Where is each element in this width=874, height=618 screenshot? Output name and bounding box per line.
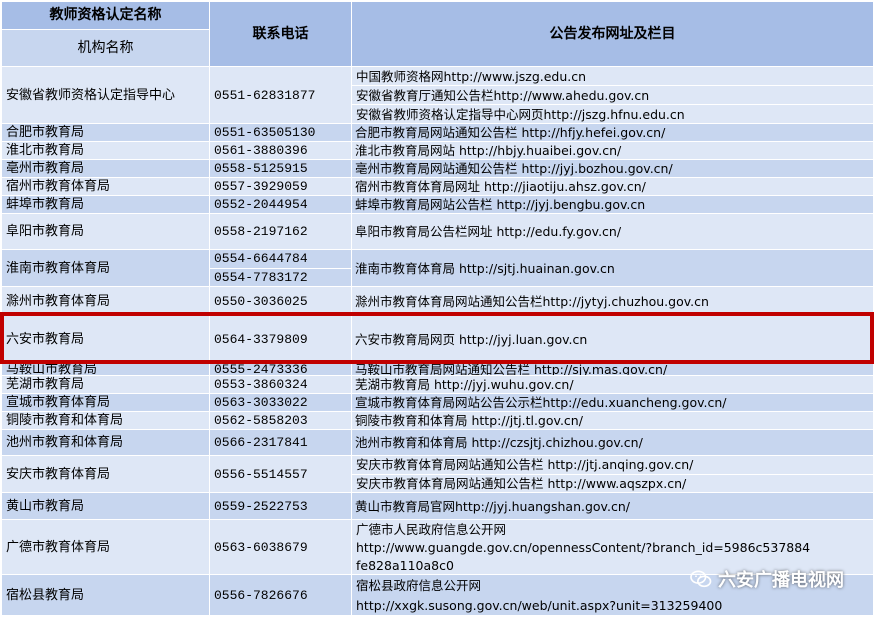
- org-name: 芜湖市教育局: [1, 375, 210, 394]
- table-row: 淮北市教育局 0561-3880396 淮北市教育局网站 http://hbjy…: [1, 141, 874, 160]
- website-link[interactable]: 合肥市教育局网站通知公告栏 http://hfjy.hefei.gov.cn/: [351, 123, 874, 142]
- website-link[interactable]: 池州市教育和体育局 http://czsjtj.chizhou.gov.cn/: [351, 429, 874, 456]
- table-row: 马鞍山市教育局 0555-2473336 马鞍山市教育局网站通知公告栏 http…: [1, 363, 874, 376]
- website-link[interactable]: http://www.guangde.gov.cn/opennessConten…: [353, 538, 873, 556]
- website-cell: 中国教师资格网http://www.jszg.edu.cn 安徽省教育厅通知公告…: [351, 66, 874, 124]
- header-website: 公告发布网址及栏目: [351, 1, 874, 67]
- phone: 0554-6644784: [214, 251, 308, 267]
- website-link[interactable]: 淮南市教育体育局 http://sjtj.huainan.gov.cn: [351, 249, 874, 287]
- org-name: 蚌埠市教育局: [1, 195, 210, 214]
- table-row: 宿州市教育体育局 0557-3929059 宿州市教育体育局网址 http://…: [1, 177, 874, 196]
- phone: 0552-2044954: [209, 195, 352, 214]
- phone: 0556-7826676: [209, 574, 352, 616]
- website-link[interactable]: 阜阳市教育局公告栏网址 http://edu.fy.gov.cn/: [351, 213, 874, 250]
- website-link[interactable]: 安庆市教育体育局网站通知公告栏 http://jtj.anqing.gov.cn…: [353, 457, 873, 474]
- website-link[interactable]: 宣城市教育体育局网站公告公示栏http://edu.xuancheng.gov.…: [351, 393, 874, 412]
- website-link[interactable]: 马鞍山市教育局网站通知公告栏 http://sjy.mas.gov.cn/: [351, 363, 874, 376]
- header-org-name: 机构名称: [1, 29, 210, 67]
- table-row: 宣城市教育体育局 0563-3033022 宣城市教育体育局网站公告公示栏htt…: [1, 393, 874, 412]
- website-link[interactable]: 安庆市教育体育局网站通知公告栏 http://www.aqszpx.cn/: [352, 473, 873, 492]
- org-name: 淮南市教育体育局: [1, 249, 210, 287]
- phone: 0554-7783172: [210, 267, 351, 286]
- table-row: 池州市教育和体育局 0566-2317841 池州市教育和体育局 http://…: [1, 429, 874, 456]
- page: 教师资格认定名称 联系电话 公告发布网址及栏目 机构名称 安徽省教师资格认定指导…: [0, 0, 874, 618]
- header-phone: 联系电话: [209, 1, 352, 67]
- table-row: 安徽省教师资格认定指导中心 0551-62831877 中国教师资格网http:…: [1, 66, 874, 124]
- phone-cell: 0554-6644784 0554-7783172: [209, 249, 352, 287]
- phone: 0551-63505130: [209, 123, 352, 142]
- org-name: 六安市教育局: [1, 315, 210, 364]
- table-row: 亳州市教育局 0558-5125915 亳州市教育局网站通知公告栏 http:/…: [1, 159, 874, 178]
- table-row: 黄山市教育局 0559-2522753 黄山市教育局官网http://jyj.h…: [1, 492, 874, 520]
- phone: 0556-5514557: [209, 455, 352, 493]
- org-name: 宿松县教育局: [1, 574, 210, 616]
- phone: 0550-3036025: [209, 286, 352, 316]
- header-cert-name: 教师资格认定名称: [1, 1, 210, 30]
- phone: 0555-2473336: [209, 363, 352, 376]
- table-row: 滁州市教育体育局 0550-3036025 滁州市教育体育局网站通知公告栏htt…: [1, 286, 874, 316]
- phone: 0557-3929059: [209, 177, 352, 196]
- org-name: 黄山市教育局: [1, 492, 210, 520]
- org-name: 亳州市教育局: [1, 159, 210, 178]
- org-name: 马鞍山市教育局: [1, 363, 210, 376]
- org-name: 滁州市教育体育局: [1, 286, 210, 316]
- table-row: 阜阳市教育局 0558-2197162 阜阳市教育局公告栏网址 http://e…: [1, 213, 874, 250]
- phone: 0561-3880396: [209, 141, 352, 160]
- website-link[interactable]: 六安市教育局网页 http://jyj.luan.gov.cn: [351, 315, 874, 364]
- org-name: 广德市教育体育局: [1, 519, 210, 575]
- org-name: 阜阳市教育局: [1, 213, 210, 250]
- website-link[interactable]: 中国教师资格网http://www.jszg.edu.cn: [353, 68, 873, 86]
- phone: 0563-6038679: [209, 519, 352, 575]
- wechat-icon: [690, 570, 712, 588]
- table-row: 蚌埠市教育局 0552-2044954 蚌埠市教育局网站公告栏 http://j…: [1, 195, 874, 214]
- table-row: 芜湖市教育局 0553-3860324 芜湖市教育局 http://jyj.wu…: [1, 375, 874, 394]
- org-name: 铜陵市教育和体育局: [1, 411, 210, 430]
- website-link[interactable]: 蚌埠市教育局网站公告栏 http://jyj.bengbu.gov.cn: [351, 195, 874, 214]
- website-link[interactable]: 淮北市教育局网站 http://hbjy.huaibei.gov.cn/: [351, 141, 874, 160]
- table-row: 铜陵市教育和体育局 0562-5858203 铜陵市教育和体育局 http://…: [1, 411, 874, 430]
- phone: 0551-62831877: [209, 66, 352, 124]
- website-link[interactable]: 铜陵市教育和体育局 http://jtj.tl.gov.cn/: [351, 411, 874, 430]
- phone: 0553-3860324: [209, 375, 352, 394]
- phone: 0558-5125915: [209, 159, 352, 178]
- phone: 0564-3379809: [209, 315, 352, 364]
- website-link[interactable]: 黄山市教育局官网http://jyj.huangshan.gov.cn/: [351, 492, 874, 520]
- website-link[interactable]: 滁州市教育体育局网站通知公告栏http://jytyj.chuzhou.gov.…: [351, 286, 874, 316]
- table-row-highlighted: 六安市教育局 0564-3379809 六安市教育局网页 http://jyj.…: [1, 315, 874, 364]
- website-link[interactable]: 亳州市教育局网站通知公告栏 http://jyj.bozhou.gov.cn/: [351, 159, 874, 178]
- phone: 0558-2197162: [209, 213, 352, 250]
- org-name: 合肥市教育局: [1, 123, 210, 142]
- table-row: 安庆市教育体育局 0556-5514557 安庆市教育体育局网站通知公告栏 ht…: [1, 455, 874, 493]
- org-name: 宿州市教育体育局: [1, 177, 210, 196]
- website-link[interactable]: 芜湖市教育局 http://jyj.wuhu.gov.cn/: [351, 375, 874, 394]
- watermark-text: 六安广播电视网: [718, 570, 844, 591]
- table-row: 合肥市教育局 0551-63505130 合肥市教育局网站通知公告栏 http:…: [1, 123, 874, 142]
- org-name: 池州市教育和体育局: [1, 429, 210, 456]
- watermark: 六安广播电视网: [690, 566, 844, 592]
- org-name: 安庆市教育体育局: [1, 455, 210, 493]
- phone: 0562-5858203: [209, 411, 352, 430]
- contact-table: 教师资格认定名称 联系电话 公告发布网址及栏目 机构名称 安徽省教师资格认定指导…: [1, 1, 874, 616]
- phone: 0559-2522753: [209, 492, 352, 520]
- table-row: 淮南市教育体育局 0554-6644784 0554-7783172 淮南市教育…: [1, 249, 874, 287]
- phone: 0566-2317841: [209, 429, 352, 456]
- org-name: 安徽省教师资格认定指导中心: [1, 66, 210, 124]
- website-link[interactable]: 宿州市教育体育局网址 http://jiaotiju.ahsz.gov.cn/: [351, 177, 874, 196]
- website-label: 广德市人民政府信息公开网: [356, 521, 507, 537]
- website-link[interactable]: 安徽省教育厅通知公告栏http://www.ahedu.gov.cn: [352, 85, 873, 104]
- phone: 0563-3033022: [209, 393, 352, 412]
- website-cell: 安庆市教育体育局网站通知公告栏 http://jtj.anqing.gov.cn…: [351, 455, 874, 493]
- website-link[interactable]: http://xxgk.susong.gov.cn/web/unit.aspx?…: [353, 595, 873, 615]
- website-link[interactable]: 安徽省教师资格认定指导中心网页http://jszg.hfnu.edu.cn: [352, 104, 873, 123]
- org-name: 宣城市教育体育局: [1, 393, 210, 412]
- org-name: 淮北市教育局: [1, 141, 210, 160]
